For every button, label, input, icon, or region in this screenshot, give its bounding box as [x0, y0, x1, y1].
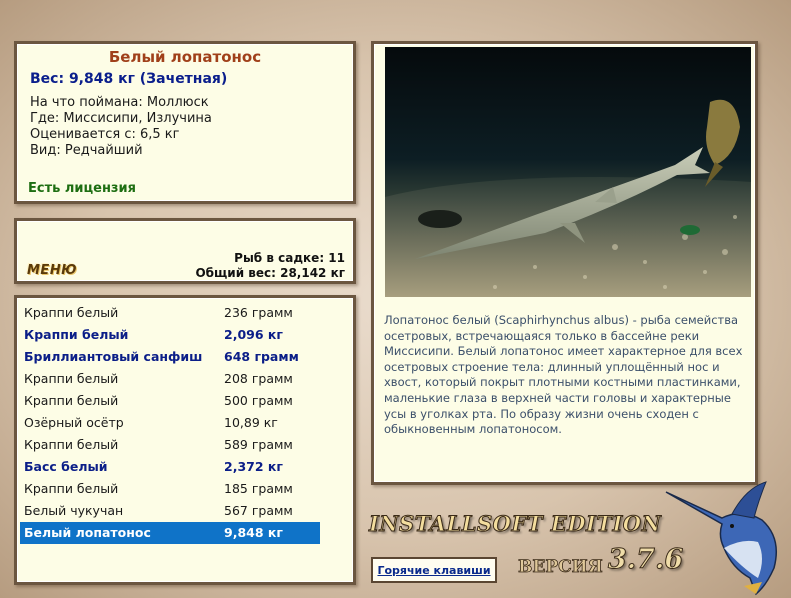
catch-fish-name: Краппи белый [24, 481, 119, 496]
catch-fish-weight: 9,848 кг [224, 525, 283, 540]
catch-list-row[interactable]: Краппи белый 208 грамм [20, 368, 320, 390]
fish-count: Рыб в садке: 11 [234, 251, 345, 265]
catch-list-row[interactable]: Бриллиантовый санфиш 648 грамм [20, 346, 320, 368]
hotkeys-button[interactable]: Горячие клавиши [371, 557, 497, 583]
rarity-info: Вид: Редчайший [30, 143, 143, 158]
marlin-logo [665, 481, 777, 596]
total-weight: Общий вес: 28,142 кг [195, 266, 345, 280]
fish-name-title: Белый лопатонос [108, 48, 262, 66]
catch-list-row[interactable]: Краппи белый 589 грамм [20, 434, 320, 456]
fish-description: Лопатонос белый (Scaphirhynchus albus) -… [384, 313, 743, 437]
catch-fish-name: Краппи белый [24, 305, 119, 320]
menu-button[interactable]: МЕНЮ [27, 263, 77, 278]
catch-fish-name: Белый чукучан [24, 503, 124, 518]
catch-fish-weight: 567 грамм [224, 503, 293, 518]
catch-fish-weight: 500 грамм [224, 393, 293, 408]
catch-list-row[interactable]: Краппи белый 500 грамм [20, 390, 320, 412]
catch-fish-name: Краппи белый [24, 371, 119, 386]
fish-info-panel: Белый лопатонос Вес: 9,848 кг (Зачетная)… [14, 41, 356, 204]
catch-fish-weight: 10,89 кг [224, 415, 278, 430]
catch-fish-name: Краппи белый [24, 393, 119, 408]
catch-list-panel: Краппи белый 236 грамм Краппи белый 2,096 к… [14, 295, 356, 585]
catch-fish-name: Краппи белый [24, 437, 119, 452]
catch-list-row[interactable]: Краппи белый 185 грамм [20, 478, 320, 500]
edition-title: INSTALLSOFT EDITION [368, 511, 662, 537]
catch-fish-name: Белый лопатонос [24, 525, 151, 540]
catch-list-row[interactable]: Белый чукучан 567 грамм [20, 500, 320, 522]
license-status: Есть лицензия [28, 181, 136, 196]
catch-fish-weight: 185 грамм [224, 481, 293, 496]
catch-fish-weight: 2,372 кг [224, 459, 283, 474]
catch-fish-name: Озёрный осётр [24, 415, 124, 430]
catch-fish-name: Краппи белый [24, 327, 129, 342]
catch-fish-name: Бриллиантовый санфиш [24, 349, 203, 364]
bait-info: На что поймана: Моллюск [30, 95, 209, 110]
version-label: ВЕРСИЯ [518, 557, 604, 578]
catch-fish-weight: 2,096 кг [224, 327, 283, 342]
catch-fish-weight: 589 грамм [224, 437, 293, 452]
sturgeon-illustration [385, 99, 751, 297]
location-info: Где: Миссисипи, Излучина [30, 111, 212, 126]
catch-list-row[interactable]: Краппи белый 236 грамм [20, 302, 320, 324]
catch-fish-name: Басс белый [24, 459, 108, 474]
cage-stats-panel: МЕНЮ Рыб в садке: 11 Общий вес: 28,142 к… [14, 218, 356, 284]
catch-list-row[interactable]: Белый лопатонос 9,848 кг [20, 522, 320, 544]
fish-weight: Вес: 9,848 кг (Зачетная) [30, 71, 228, 87]
valuation-info: Оценивается с: 6,5 кг [30, 127, 180, 142]
fish-photo [385, 47, 751, 297]
catch-fish-weight: 208 грамм [224, 371, 293, 386]
catch-list-row[interactable]: Басс белый 2,372 кг [20, 456, 320, 478]
catch-list-row[interactable]: Краппи белый 2,096 кг [20, 324, 320, 346]
catch-list-row[interactable]: Озёрный осётр 10,89 кг [20, 412, 320, 434]
catch-list: Краппи белый 236 грамм Краппи белый 2,096 к… [20, 302, 320, 544]
catch-fish-weight: 648 грамм [224, 349, 299, 364]
catch-fish-weight: 236 грамм [224, 305, 293, 320]
fish-details-panel: Лопатонос белый (Scaphirhynchus albus) -… [371, 41, 758, 485]
